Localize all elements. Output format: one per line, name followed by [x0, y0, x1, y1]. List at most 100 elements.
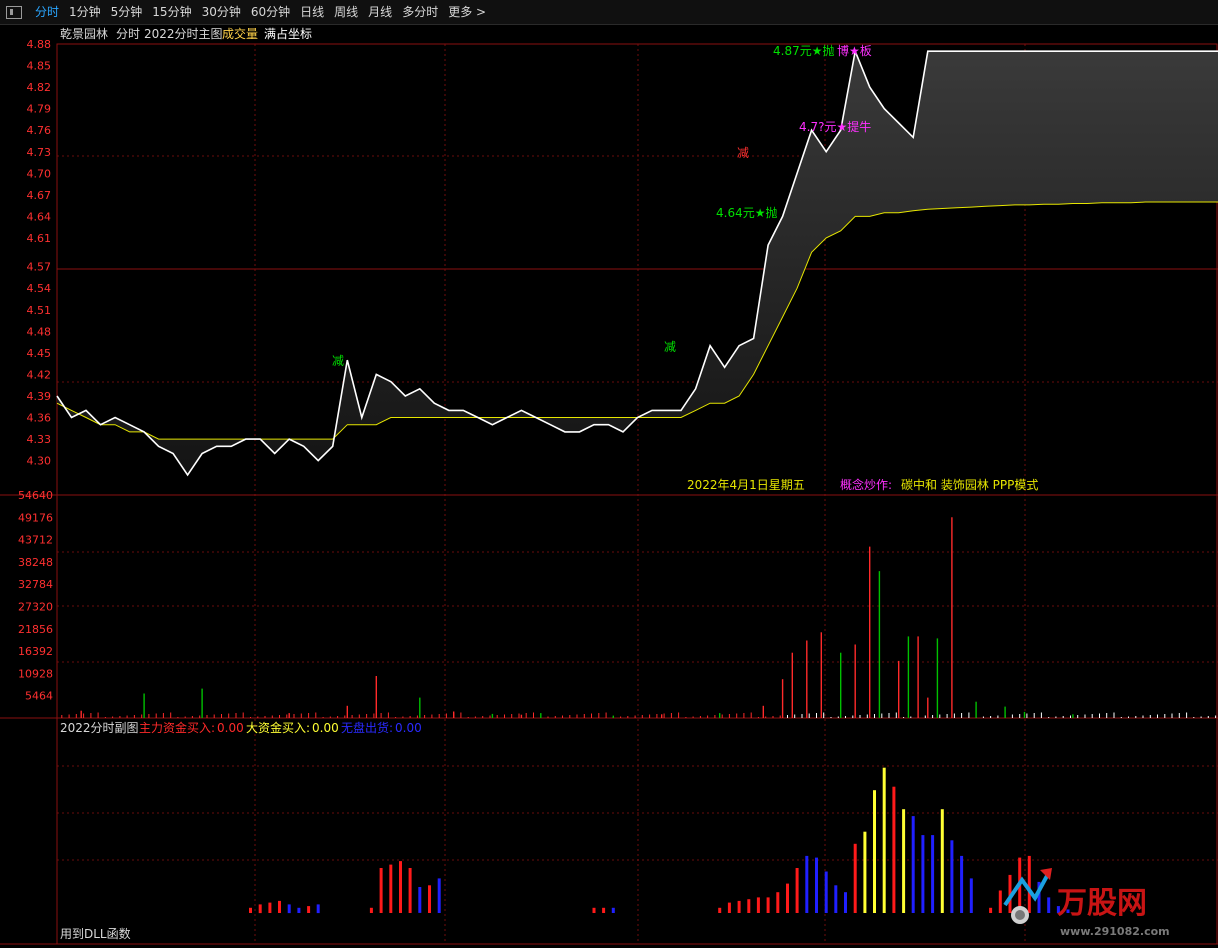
- coord-mode[interactable]: 满占坐标: [264, 26, 312, 41]
- trade-date: 2022年4月1日星期五: [687, 478, 805, 492]
- price-tick-label: 4.61: [27, 232, 52, 245]
- volume-tick-label: 27320: [18, 601, 53, 614]
- sub-chart-bar: [960, 855, 964, 913]
- intraday-chart[interactable]: 乾景园林 分时 2022分时主图 成交量 满占坐标 4.884.854.824.…: [0, 25, 1218, 948]
- tab-intraday[interactable]: 分时: [30, 0, 64, 24]
- price-avg-area: [57, 51, 1218, 475]
- tab-1min[interactable]: 1分钟: [64, 0, 106, 24]
- price-tick-label: 4.48: [27, 325, 52, 338]
- sub-chart-bar: [786, 883, 789, 913]
- sub-chart-bar: [747, 899, 751, 913]
- tab-monthly[interactable]: 月线: [363, 0, 397, 24]
- big-in-label: 大资金买入:: [246, 720, 310, 735]
- price-tick-label: 4.54: [27, 282, 52, 295]
- price-axis: 4.88 4.85 4.82 4.79 4.76 4.73 4.70 4.67 4.64 4.61…: [27, 38, 52, 468]
- sub-chart-bar: [408, 868, 412, 913]
- sub-chart-bar: [602, 907, 606, 913]
- sub-chart-bar: [1047, 897, 1051, 913]
- signal-sell-487: 4.87元★抛: [773, 43, 834, 58]
- sub-chart-bar: [805, 855, 809, 913]
- volume-bars: [61, 517, 1217, 718]
- sub-chart-bar: [931, 835, 935, 913]
- sub-chart-bar: [437, 878, 441, 913]
- signal-reduce-1: 减: [332, 354, 344, 368]
- window-icon[interactable]: [6, 5, 22, 19]
- sub-chart-bar: [795, 868, 799, 913]
- average-price-line: [56, 201, 1218, 440]
- sub-chart-bar: [892, 786, 896, 913]
- price-tick-label: 4.88: [27, 38, 52, 51]
- sub-chart-bar: [718, 907, 722, 913]
- signal-reduce-2: 减: [664, 340, 676, 354]
- sub-chart-bar: [278, 900, 281, 913]
- price-tick-label: 4.33: [27, 433, 52, 446]
- period-toolbar: 分时 1分钟 5分钟 15分钟 30分钟 60分钟 日线 周线 月线 多分时 更…: [0, 0, 1218, 25]
- signal-reduce-3: 减: [737, 146, 749, 160]
- sub-chart-bar: [844, 892, 847, 913]
- price-tick-label: 4.67: [27, 189, 52, 202]
- tab-multi-intraday[interactable]: 多分时: [397, 0, 443, 24]
- sub-chart-bar: [316, 904, 320, 914]
- volume-label[interactable]: 成交量: [222, 26, 258, 41]
- price-tick-label: 4.85: [27, 60, 52, 73]
- volume-tick-label: 54640: [18, 489, 53, 502]
- price-tick-label: 4.30: [27, 455, 52, 468]
- tab-30min[interactable]: 30分钟: [197, 0, 246, 24]
- exit-value: 0.00: [395, 721, 422, 735]
- tab-daily[interactable]: 日线: [295, 0, 329, 24]
- sub-chart-bar: [297, 907, 301, 913]
- sub-chart-bar: [882, 767, 886, 913]
- sub-chart-bar: [911, 816, 915, 913]
- main-in-label: 主力资金买入:: [139, 720, 215, 735]
- sub-chart-bar: [268, 902, 272, 913]
- price-tick-label: 4.73: [27, 146, 52, 159]
- sub-chart-bar: [902, 809, 906, 913]
- sub-chart-bar: [776, 892, 780, 913]
- tab-5min[interactable]: 5分钟: [106, 0, 148, 24]
- sub-chart-bar: [287, 904, 291, 914]
- tab-more[interactable]: 更多 >: [443, 0, 491, 24]
- sub-chart-bar: [399, 861, 402, 913]
- stock-name: 乾景园林: [60, 27, 108, 41]
- price-tick-label: 4.57: [27, 261, 52, 274]
- sub-chart-bar: [592, 907, 596, 913]
- period-label: 分时: [116, 27, 140, 41]
- tab-60min[interactable]: 60分钟: [246, 0, 295, 24]
- sub-chart-bar: [756, 897, 760, 913]
- volume-axis: 54640 49176 43712 38248 32784 27320 21856 16392…: [18, 489, 53, 703]
- sub-chart-bar: [727, 902, 731, 913]
- sub-chart-bar: [824, 871, 828, 913]
- sub-chart-bar: [766, 897, 770, 913]
- sub-chart-bar: [389, 864, 393, 913]
- sub-chart-bar: [418, 887, 422, 913]
- watermark-url: www.291082.com: [1060, 925, 1170, 938]
- price-tick-label: 4.45: [27, 347, 52, 360]
- price-area: [57, 51, 1218, 475]
- sub-chart-bar: [737, 900, 741, 913]
- concept-text: 碳中和 装饰园林 PPP模式: [901, 477, 1038, 492]
- price-tick-label: 4.76: [27, 124, 52, 137]
- sub-chart-bar: [1027, 855, 1031, 913]
- price-tick-label: 4.42: [27, 368, 52, 381]
- sub-chart-bar: [258, 904, 262, 914]
- sub-chart-bar: [873, 790, 876, 913]
- tab-weekly[interactable]: 周线: [329, 0, 363, 24]
- sub-chart-bar: [249, 907, 252, 913]
- price-tick-label: 4.39: [27, 390, 52, 403]
- volume-tick-label: 16392: [18, 645, 53, 658]
- volume-tick-label: 43712: [18, 534, 53, 547]
- sub-chart-bar: [921, 835, 925, 913]
- tab-15min[interactable]: 15分钟: [147, 0, 196, 24]
- volume-tick-label: 21856: [18, 623, 53, 636]
- main-in-value: 0.00: [217, 721, 244, 735]
- price-tick-label: 4.70: [27, 167, 52, 180]
- concept-label: 概念炒作:: [840, 477, 892, 492]
- sub-chart-bar: [998, 890, 1002, 913]
- sub-chart-bar: [815, 857, 818, 913]
- sub-chart-bar: [969, 878, 973, 913]
- exit-label: 无盘出货:: [341, 720, 393, 735]
- price-tick-label: 4.36: [27, 412, 52, 425]
- sub-chart-bar: [379, 868, 383, 913]
- volume-tick-label: 32784: [18, 578, 53, 591]
- big-in-value: 0.00: [312, 721, 339, 735]
